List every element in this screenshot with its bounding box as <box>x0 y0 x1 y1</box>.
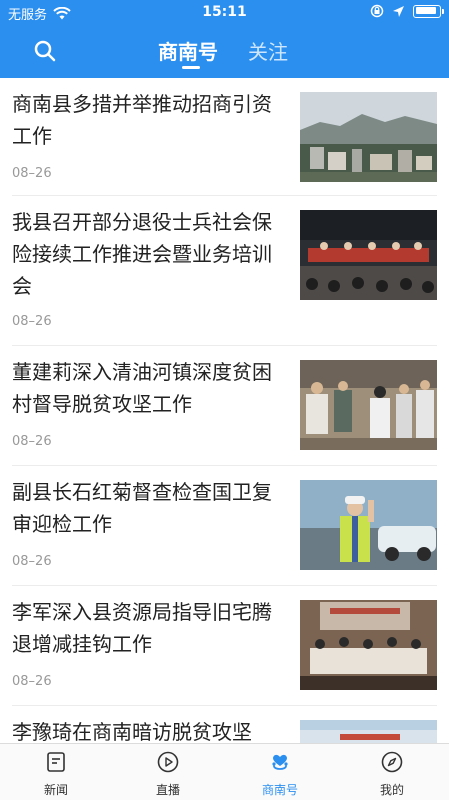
heart-person-icon <box>272 754 288 770</box>
news-title: 副县长石红菊督查检查国卫复审迎检工作 <box>12 480 272 536</box>
news-item[interactable]: 李豫琦在商南暗访脱贫攻坚 <box>0 706 449 743</box>
news-thumbnail <box>300 480 437 570</box>
tabbar-news[interactable]: 新闻 <box>0 744 112 800</box>
bottom-tab-bar: 新闻 直播 商南号 我的 <box>0 743 449 800</box>
news-thumbnail <box>300 92 437 182</box>
tabbar-label: 新闻 <box>43 783 68 797</box>
tabbar-shangnanhao[interactable]: 商南号 <box>224 744 336 800</box>
app-header: 无服务 15:11 商南号 关注 <box>0 0 449 78</box>
news-date: 08–26 <box>12 554 52 569</box>
news-icon <box>47 752 65 772</box>
header-tabs: 商南号 关注 <box>0 30 449 74</box>
news-title: 董建莉深入清油河镇深度贫困村督导脱贫攻坚工作 <box>12 360 272 416</box>
city-landscape-photo <box>300 92 437 182</box>
news-thumbnail <box>300 720 437 743</box>
tabbar-label: 商南号 <box>261 783 298 797</box>
news-date: 08–26 <box>12 314 52 329</box>
partial-photo <box>300 720 437 743</box>
tab-follow[interactable]: 关注 <box>248 36 288 65</box>
news-item[interactable]: 我县召开部分退役士兵社会保险接续工作推进会暨业务培训会 08–26 <box>0 196 449 346</box>
news-item[interactable]: 副县长石红菊督查检查国卫复审迎检工作 08–26 <box>0 466 449 586</box>
news-thumbnail <box>300 600 437 690</box>
status-icons <box>370 4 444 18</box>
active-tab-indicator <box>182 66 200 69</box>
news-date: 08–26 <box>12 674 52 689</box>
news-title: 李军深入县资源局指导旧宅腾退增减挂钩工作 <box>12 600 272 656</box>
news-title: 商南县多措并举推动招商引资工作 <box>12 92 272 148</box>
status-bar: 无服务 15:11 <box>0 0 449 26</box>
tabbar-mine[interactable]: 我的 <box>336 744 448 800</box>
news-thumbnail <box>300 360 437 450</box>
news-thumbnail <box>300 210 437 300</box>
tab-shangnanhao[interactable]: 商南号 <box>158 36 218 65</box>
rotation-lock-icon <box>370 4 384 18</box>
office-meeting-photo <box>300 600 437 690</box>
play-icon <box>157 751 179 773</box>
news-feed: 商南县多措并举推动招商引资工作 08–26 我县召开部分退役士兵社会保险接续工作… <box>0 78 449 743</box>
tabbar-label: 直播 <box>155 783 180 797</box>
news-date: 08–26 <box>12 166 52 181</box>
tabbar-label: 我的 <box>379 783 404 797</box>
news-title: 李豫琦在商南暗访脱贫攻坚 <box>12 720 252 743</box>
news-date: 08–26 <box>12 434 52 449</box>
battery-icon <box>413 4 444 18</box>
news-item[interactable]: 商南县多措并举推动招商引资工作 08–26 <box>0 78 449 196</box>
tabbar-live[interactable]: 直播 <box>112 744 224 800</box>
news-title: 我县召开部分退役士兵社会保险接续工作推进会暨业务培训会 <box>12 210 272 298</box>
village-visit-photo <box>300 360 437 450</box>
compass-icon <box>381 751 403 773</box>
news-item[interactable]: 董建莉深入清油河镇深度贫困村督导脱贫攻坚工作 08–26 <box>0 346 449 466</box>
news-item[interactable]: 李军深入县资源局指导旧宅腾退增减挂钩工作 08–26 <box>0 586 449 706</box>
conference-meeting-photo <box>300 210 437 300</box>
location-arrow-icon <box>393 5 404 17</box>
traffic-police-photo <box>300 480 437 570</box>
